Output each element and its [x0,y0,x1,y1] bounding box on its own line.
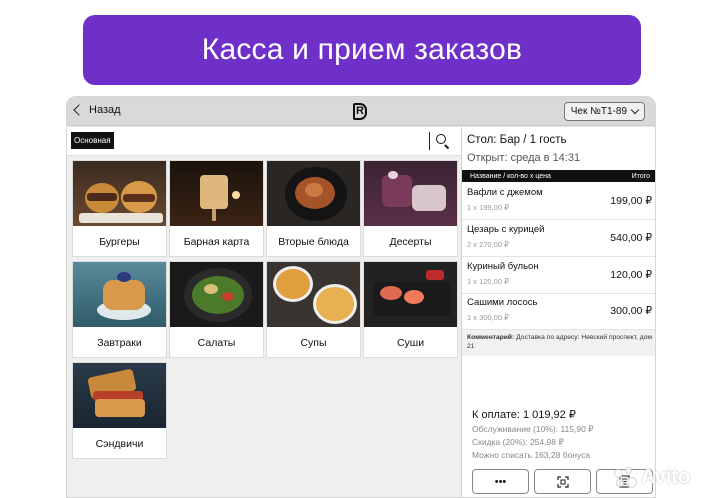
order-item[interactable]: Сашими лосось 1 x 300,00 ₽ 300,00 ₽ [462,293,655,330]
more-button[interactable]: ••• [472,469,529,494]
desserts-image [364,161,457,226]
bonus-line: Можно списать 163,28 бонуса [472,450,591,460]
item-total: 199,00 ₽ [610,195,652,207]
check-selector[interactable]: Чек №T1-89 [563,102,645,121]
col-total: Итого [631,172,650,180]
menu-panel: Основная Бургеры Барная карта Вторые блю… [67,127,461,497]
order-item[interactable]: Цезарь с курицей 2 x 270,00 ₽ 540,00 ₽ [462,220,655,257]
order-header-row: Название / кол-во x цена Итого [462,170,655,182]
category-tile-breakfast[interactable]: Завтраки [72,261,167,358]
category-tile-mains[interactable]: Вторые блюда [266,160,361,257]
search-button[interactable] [435,133,451,150]
category-label: Салаты [197,336,236,349]
item-name: Вафли с джемом [467,187,543,198]
sushi-image [364,262,457,327]
item-qty: 1 x 199,00 ₽ [467,203,509,212]
discount-line: Скидка (20%): 254,98 ₽ [472,437,564,447]
more-icon: ••• [494,475,507,488]
category-label: Сэндвичи [95,437,144,450]
check-label: Чек №T1-89 [570,106,627,117]
tab-main[interactable]: Основная [71,132,114,149]
scan-button[interactable] [534,469,591,494]
breakfast-image [73,262,166,327]
avito-watermark: Avito [612,466,690,489]
order-item[interactable]: Вафли с джемом 1 x 199,00 ₽ 199,00 ₽ [462,183,655,220]
category-label: Десерты [389,235,432,248]
item-name: Цезарь с курицей [467,224,545,235]
category-label: Бургеры [99,235,140,248]
item-qty: 2 x 270,00 ₽ [467,240,509,249]
category-tile-salads[interactable]: Салаты [169,261,264,358]
soups-image [267,262,360,327]
category-tile-sushi[interactable]: Суши [363,261,458,358]
back-label: Назад [89,104,121,116]
order-item[interactable]: Куриный бульон 1 x 120,00 ₽ 120,00 ₽ [462,257,655,294]
avito-logo-icon [612,466,638,489]
category-tile-soups[interactable]: Супы [266,261,361,358]
order-comment: Комментарий: Доставка по адресу: Невский… [462,330,655,356]
sandwiches-image [73,363,166,428]
app-logo-icon: R [353,103,367,120]
menu-tab-bar: Основная [67,127,461,156]
amount-due: К оплате: 1 019,92 ₽ [472,409,576,421]
divider [429,132,430,150]
item-qty: 1 x 300,00 ₽ [467,313,509,322]
item-total: 300,00 ₽ [610,305,652,317]
service-charge: Обслуживание (10%): 115,90 ₽ [472,424,594,434]
item-total: 120,00 ₽ [610,269,652,281]
table-title[interactable]: Стол: Бар / 1 гость [467,134,567,146]
category-label: Вторые блюда [278,235,349,248]
col-name: Название / кол-во x цена [470,172,551,180]
burgers-image [73,161,166,226]
item-name: Куриный бульон [467,261,539,272]
pos-screen: Назад R Чек №T1-89 Основная Бургеры Барн… [66,96,656,498]
banner-title: Касса и прием заказов [201,33,523,66]
watermark-text: Avito [641,466,691,488]
category-tile-bar[interactable]: Барная карта [169,160,264,257]
category-tile-desserts[interactable]: Десерты [363,160,458,257]
comment-label: Комментарий: [467,334,515,341]
salads-image [170,262,263,327]
top-bar: Назад R Чек №T1-89 [67,97,655,126]
item-name: Сашими лосось [467,297,538,308]
scan-icon [556,475,569,488]
chevron-down-icon [630,105,640,115]
item-qty: 1 x 120,00 ₽ [467,277,509,286]
mains-image [267,161,360,226]
chevron-left-icon [73,104,85,116]
order-panel: Стол: Бар / 1 гость Открыт: среда в 14:3… [461,127,655,497]
category-tile-burgers[interactable]: Бургеры [72,160,167,257]
category-label: Барная карта [183,235,250,248]
promo-banner: Касса и прием заказов [83,15,641,85]
bar-image [170,161,263,226]
category-label: Суши [396,336,425,349]
category-tile-sandwiches[interactable]: Сэндвичи [72,362,167,459]
category-label: Завтраки [97,336,142,349]
logo-letter: R [356,105,364,117]
opened-time: Открыт: среда в 14:31 [467,152,581,164]
item-total: 540,00 ₽ [610,232,652,244]
back-button[interactable]: Назад [73,104,121,116]
category-label: Супы [300,336,327,349]
